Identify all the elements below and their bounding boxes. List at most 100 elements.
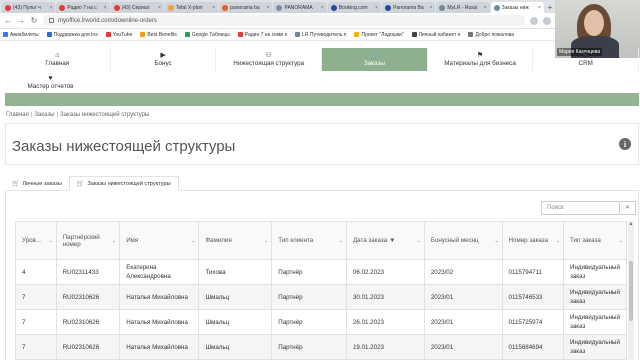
bookmark-item[interactable]: YouTube: [105, 32, 132, 38]
close-icon[interactable]: ×: [429, 5, 432, 11]
breadcrumb: Главная | Заказы | Заказы нижестоящей ст…: [6, 112, 149, 118]
browser-tab[interactable]: PANORAMA ×: [273, 2, 327, 13]
table-row[interactable]: 4 RU02311433 Екатерина Александровна Тихова…: [15, 259, 627, 285]
bookmark-item[interactable]: Проект "Ладошки": [354, 32, 404, 38]
column-menu-chevron-icon[interactable]: ⌄: [191, 238, 195, 244]
bookmark-item[interactable]: Радио 7 на семи х: [237, 32, 287, 38]
column-menu-chevron-icon[interactable]: ⌄: [619, 238, 623, 244]
browser-tab[interactable]: MyLR - Russi ×: [436, 2, 490, 13]
column-header[interactable]: Бонусный месяц ⌄: [423, 221, 503, 260]
new-tab-button[interactable]: +: [545, 2, 555, 13]
table-cell: 0115725974: [501, 309, 565, 335]
column-header[interactable]: Уров... ⌄: [15, 221, 57, 260]
column-menu-chevron-icon[interactable]: ⌄: [556, 238, 560, 244]
table-cell: RU02310626: [55, 334, 121, 360]
table-cell: Шмальц: [198, 284, 273, 310]
table-scrollbar[interactable]: ▲: [628, 221, 634, 360]
table-row[interactable]: 7 RU02310626 Наталья Михайловна Шмальц Партн…: [15, 334, 627, 360]
site-icon: [167, 4, 174, 11]
forward-icon[interactable]: →: [17, 16, 25, 25]
bookmark-icon: [105, 32, 111, 37]
column-menu-chevron-icon[interactable]: ⌄: [264, 238, 268, 244]
bookmark-item[interactable]: LR Путеводитель п: [295, 32, 346, 38]
bookmark-item[interactable]: Авиабилеты: [3, 32, 39, 38]
close-icon[interactable]: ×: [49, 5, 52, 11]
close-icon[interactable]: ×: [158, 5, 161, 11]
close-icon[interactable]: ×: [538, 5, 541, 11]
table-cell: RU02310626: [55, 284, 121, 310]
column-menu-chevron-icon[interactable]: ⌄: [112, 238, 116, 244]
table-row[interactable]: 7 RU02310626 Наталья Михайловна Шмальц Партн…: [15, 284, 627, 310]
profile-icon[interactable]: [543, 16, 551, 25]
table-header-row: Уров... ⌄ Партнёрский номер ⌄ Имя ⌄ Фамилия ⌄ Ти…: [15, 221, 627, 260]
browser-tab[interactable]: (43) Пульт ч ×: [2, 2, 56, 13]
column-header[interactable]: Тип клиента ⌄: [271, 221, 347, 260]
table-cell: 2023/01: [423, 284, 503, 310]
browser-tab[interactable]: panorama ba ×: [219, 2, 273, 13]
tab-downline-orders[interactable]: 🛒 Заказы нижестоящей структуры: [68, 176, 179, 191]
column-header[interactable]: Фамилия ⌄: [198, 221, 273, 260]
table-cell: 06.02.2023: [345, 259, 425, 285]
bookmark-item[interactable]: Добро пожалова: [468, 32, 514, 38]
nav-item[interactable]: ☗ CRM: [533, 48, 640, 71]
tab-label: Личные заказы: [22, 180, 62, 187]
breadcrumb-orders[interactable]: Заказы: [34, 112, 54, 118]
back-icon[interactable]: ←: [4, 16, 12, 25]
close-icon[interactable]: ×: [484, 5, 487, 11]
nav-item[interactable]: ⚑ Материалы для бизнеса: [428, 48, 534, 71]
close-icon[interactable]: ×: [321, 5, 324, 11]
browser-tab[interactable]: Panorama Ba ×: [382, 2, 436, 13]
column-menu-chevron-icon[interactable]: ⌄: [494, 238, 498, 244]
nav-item[interactable]: 🛒 Заказы: [322, 48, 428, 71]
nav-item[interactable]: ⚇ Нижестоящая структура: [216, 48, 323, 71]
crm-icon: ☗: [582, 52, 589, 59]
column-header[interactable]: Партнёрский номер ⌄: [55, 221, 121, 260]
search-button[interactable]: ⌕: [620, 201, 636, 215]
column-header[interactable]: Дата заказа ▼ ⌄: [345, 221, 425, 260]
extension-icon[interactable]: [530, 16, 538, 25]
table-cell: Индивидуальный заказ: [563, 259, 627, 285]
column-header[interactable]: Имя ⌄: [119, 221, 200, 260]
browser-tab[interactable]: Booking.com ×: [327, 2, 382, 13]
tab-personal-orders[interactable]: 🛒 Личные заказы: [5, 176, 69, 191]
url-field[interactable]: myoffice.lrworld.com/downline-orders: [43, 15, 525, 26]
nav-item-report-master[interactable]: ♥ Мастер отчетов: [5, 71, 96, 93]
browser-tab[interactable]: (43) Сериал ×: [110, 2, 164, 13]
browser-tab-label: Радио 7 на с: [67, 4, 97, 11]
reload-icon[interactable]: ↻: [30, 16, 38, 25]
bookmark-item[interactable]: Личный кабинет н: [411, 32, 460, 38]
column-header[interactable]: Номер заказа ⌄: [501, 221, 565, 260]
scrollbar-thumb[interactable]: [629, 261, 633, 321]
orders-table: Уров... ⌄ Партнёрский номер ⌄ Имя ⌄ Фамилия ⌄ Ти…: [15, 221, 627, 360]
tab-label: Заказы нижестоящей структуры: [87, 180, 171, 187]
nav-item[interactable]: ⌂ Главная: [5, 48, 111, 71]
browser-tab[interactable]: Заказы ниж ×: [490, 2, 544, 13]
info-icon[interactable]: i: [619, 138, 631, 150]
column-menu-chevron-icon[interactable]: ⌄: [48, 238, 52, 244]
bookmark-label: Авиабилеты: [10, 31, 39, 38]
table-cell: Шмальц: [198, 309, 273, 335]
close-icon[interactable]: ×: [212, 5, 215, 11]
column-header[interactable]: Тип заказа ⌄: [563, 221, 627, 260]
youtube-icon: [59, 4, 66, 11]
close-icon[interactable]: ×: [267, 5, 270, 11]
sort-desc-icon: ▼: [389, 237, 396, 244]
column-menu-chevron-icon[interactable]: ⌄: [339, 238, 343, 244]
close-icon[interactable]: ×: [375, 5, 378, 11]
bookmark-label: Google Таблицы: [191, 31, 230, 38]
browser-tab[interactable]: Радио 7 на с ×: [56, 2, 110, 13]
table-row[interactable]: 7 RU02310626 Наталья Михайловна Шмальц Партн…: [15, 309, 627, 335]
search-input[interactable]: Поиск: [541, 201, 620, 215]
close-icon[interactable]: ×: [104, 5, 107, 11]
breadcrumb-separator: |: [30, 112, 33, 118]
browser-tab[interactable]: Tefal X-plorr ×: [164, 2, 219, 13]
bookmark-item[interactable]: Google Таблицы: [184, 31, 230, 38]
breadcrumb-home[interactable]: Главная: [6, 112, 29, 118]
scroll-up-icon[interactable]: ▲: [628, 221, 634, 227]
bookmark-label: Добро пожалова: [475, 31, 515, 38]
column-menu-chevron-icon[interactable]: ⌄: [417, 238, 421, 244]
bookmark-item[interactable]: Best Benefits: [140, 32, 177, 38]
nav-item[interactable]: ▶ Бонус: [111, 48, 217, 71]
site-icon: [493, 4, 500, 11]
bookmark-item[interactable]: Поддержка для Ins: [46, 32, 98, 38]
